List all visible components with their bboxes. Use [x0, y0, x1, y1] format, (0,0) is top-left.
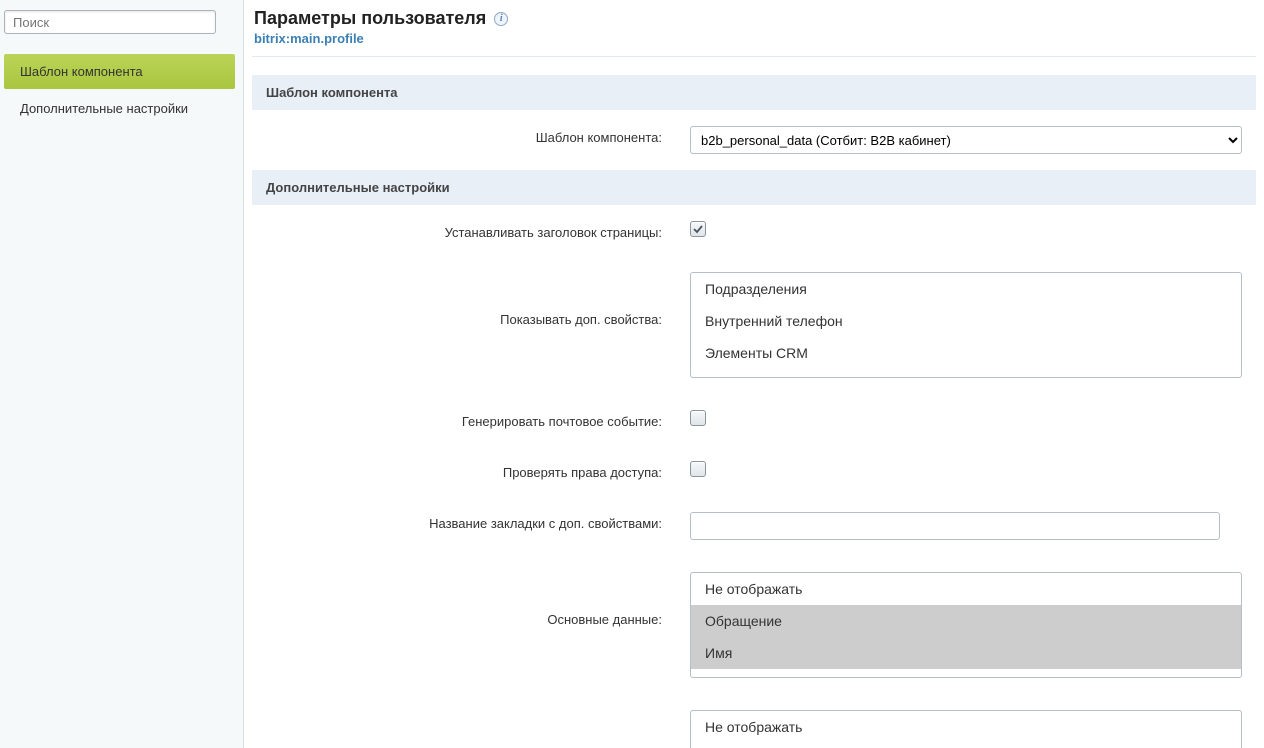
select-template[interactable]: b2b_personal_data (Сотбит: B2B кабинет) — [690, 126, 1242, 154]
label-check-rights: Проверять права доступа: — [252, 461, 662, 480]
section-heading-extra: Дополнительные настройки — [252, 170, 1256, 205]
option-main-data-2[interactable]: Имя — [691, 637, 1241, 669]
label-template: Шаблон компонента: — [252, 126, 662, 145]
label-show-props: Показывать доп. свойства: — [252, 272, 662, 327]
component-name: bitrix:main.profile — [252, 29, 1264, 56]
label-set-title: Устанавливать заголовок страницы: — [252, 221, 662, 240]
section-heading-template: Шаблон компонента — [252, 75, 1256, 110]
option-personal-data-0[interactable]: Не отображать — [691, 711, 1241, 743]
option-show-props-1[interactable]: Внутренний телефон — [691, 305, 1241, 337]
option-main-data-1[interactable]: Обращение — [691, 605, 1241, 637]
multiselect-personal-data[interactable]: Не отображать Профессия WWW-страница — [690, 710, 1242, 748]
checkbox-check-rights[interactable] — [690, 461, 706, 477]
search-input[interactable] — [4, 10, 216, 34]
sidebar-item-template[interactable]: Шаблон компонента — [4, 54, 235, 89]
input-tab-name[interactable] — [690, 512, 1220, 540]
option-show-props-0[interactable]: Подразделения — [691, 273, 1241, 305]
option-personal-data-1[interactable]: Профессия — [691, 743, 1241, 748]
label-main-data: Основные данные: — [252, 572, 662, 627]
main-panel: Параметры пользователя i bitrix:main.pro… — [244, 0, 1264, 748]
label-mail-event: Генерировать почтовое событие: — [252, 410, 662, 429]
sidebar: Шаблон компонента Дополнительные настрой… — [0, 0, 244, 748]
page-title: Параметры пользователя — [254, 8, 486, 29]
divider — [252, 56, 1256, 57]
option-main-data-0[interactable]: Не отображать — [691, 573, 1241, 605]
option-show-props-2[interactable]: Элементы CRM — [691, 337, 1241, 369]
sidebar-item-extra[interactable]: Дополнительные настройки — [4, 91, 235, 126]
checkbox-mail-event[interactable] — [690, 410, 706, 426]
multiselect-main-data[interactable]: Не отображать Обращение Имя — [690, 572, 1242, 678]
label-personal-data: Личные данные: — [252, 710, 662, 748]
checkbox-set-title[interactable] — [690, 221, 706, 237]
multiselect-show-props[interactable]: Подразделения Внутренний телефон Элемент… — [690, 272, 1242, 378]
info-icon[interactable]: i — [494, 12, 508, 26]
label-tab-name: Название закладки с доп. свойствами: — [252, 512, 662, 531]
